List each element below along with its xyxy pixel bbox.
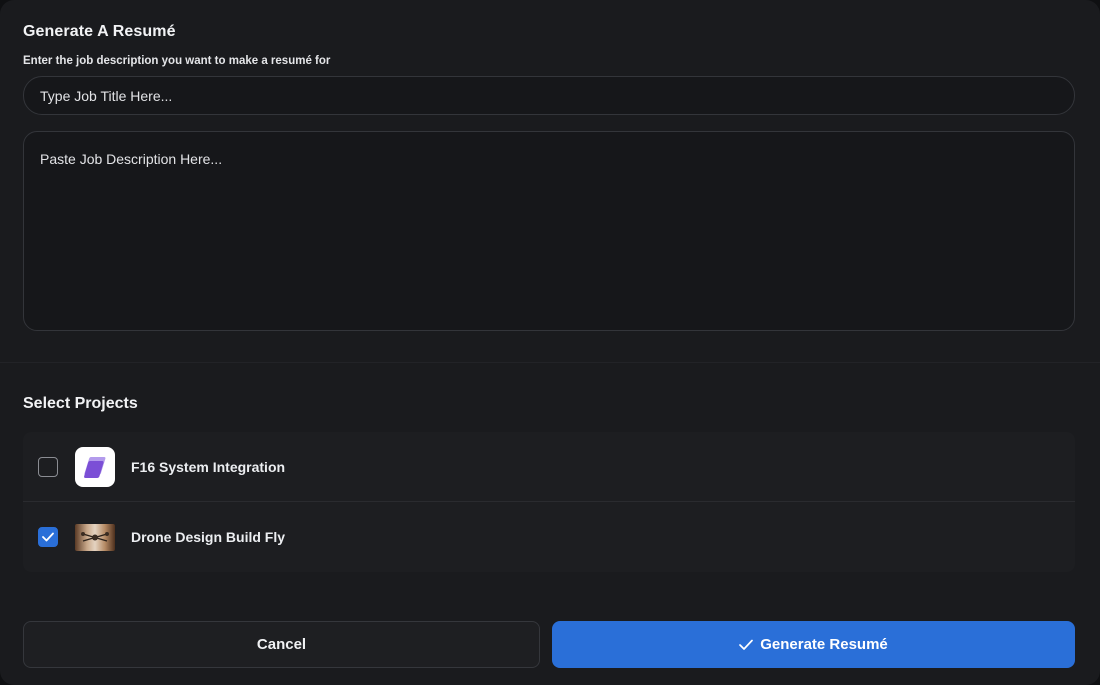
cancel-button-label: Cancel — [256, 636, 307, 653]
generate-resume-button[interactable]: Generate Resumé — [552, 621, 1075, 668]
job-details-section: Generate A Resumé Enter the job descript… — [0, 0, 1100, 363]
project-checkbox-drone[interactable] — [38, 527, 58, 547]
project-name: Drone Design Build Fly — [131, 529, 286, 545]
stacked-layers-logo-icon — [75, 446, 115, 487]
job-title-input[interactable] — [23, 76, 1075, 115]
generate-resume-modal: Generate A Resumé Enter the job descript… — [0, 0, 1100, 685]
checkmark-icon — [739, 639, 754, 650]
project-row-f16[interactable]: F16 System Integration — [23, 432, 1075, 501]
project-name: F16 System Integration — [131, 458, 286, 475]
project-list: F16 System Integration Drone Design Buil… — [23, 432, 1075, 572]
checkmark-icon — [42, 532, 54, 542]
modal-subtitle: Enter the job description you want to ma… — [23, 55, 331, 67]
project-row-drone[interactable]: Drone Design Build Fly — [23, 501, 1075, 572]
projects-title: Select Projects — [23, 395, 138, 412]
job-description-textarea[interactable] — [23, 131, 1075, 331]
cancel-button[interactable]: Cancel — [23, 621, 540, 668]
projects-section: Select Projects F16 System Integration D… — [0, 394, 1100, 572]
modal-title: Generate A Resumé — [23, 23, 176, 40]
generate-button-label: Generate Resumé — [760, 636, 888, 653]
drone-photo-thumbnail — [75, 523, 115, 551]
project-checkbox-f16[interactable] — [38, 456, 58, 477]
modal-actions: Cancel Generate Resumé — [23, 621, 1075, 668]
